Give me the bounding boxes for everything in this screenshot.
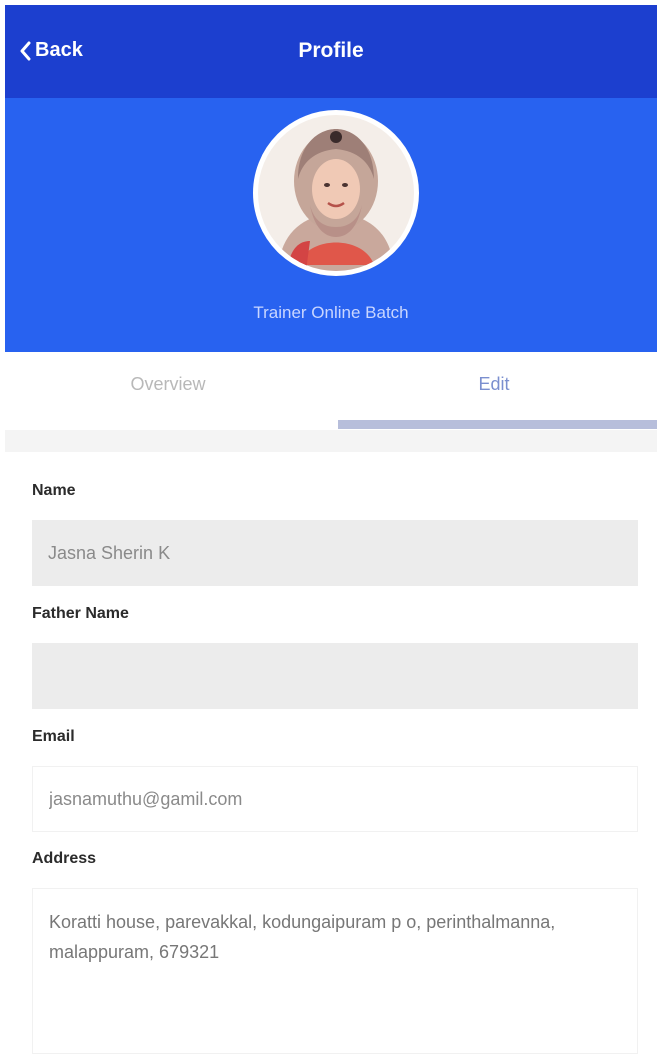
navbar: Back Profile (5, 5, 657, 98)
profile-photo (258, 115, 414, 271)
active-tab-indicator (338, 420, 657, 429)
avatar[interactable] (253, 110, 419, 276)
email-label: Email (32, 728, 75, 745)
profile-header: Trainer Online Batch (5, 98, 657, 352)
father-name-field[interactable] (32, 643, 638, 709)
tab-edit[interactable]: Edit (331, 374, 657, 395)
page-title: Profile (298, 39, 364, 62)
address-label: Address (32, 850, 97, 867)
divider (5, 430, 657, 452)
father-name-label: Father Name (32, 605, 129, 622)
email-field[interactable] (32, 766, 638, 832)
profile-subtitle: Trainer Online Batch (253, 303, 409, 322)
address-field[interactable]: Koratti house, parevakkal, kodungaipuram… (32, 888, 638, 1054)
tab-bar: Overview Edit (5, 352, 657, 430)
name-field[interactable] (32, 520, 638, 586)
name-label: Name (32, 482, 76, 499)
tab-overview[interactable]: Overview (5, 374, 331, 395)
